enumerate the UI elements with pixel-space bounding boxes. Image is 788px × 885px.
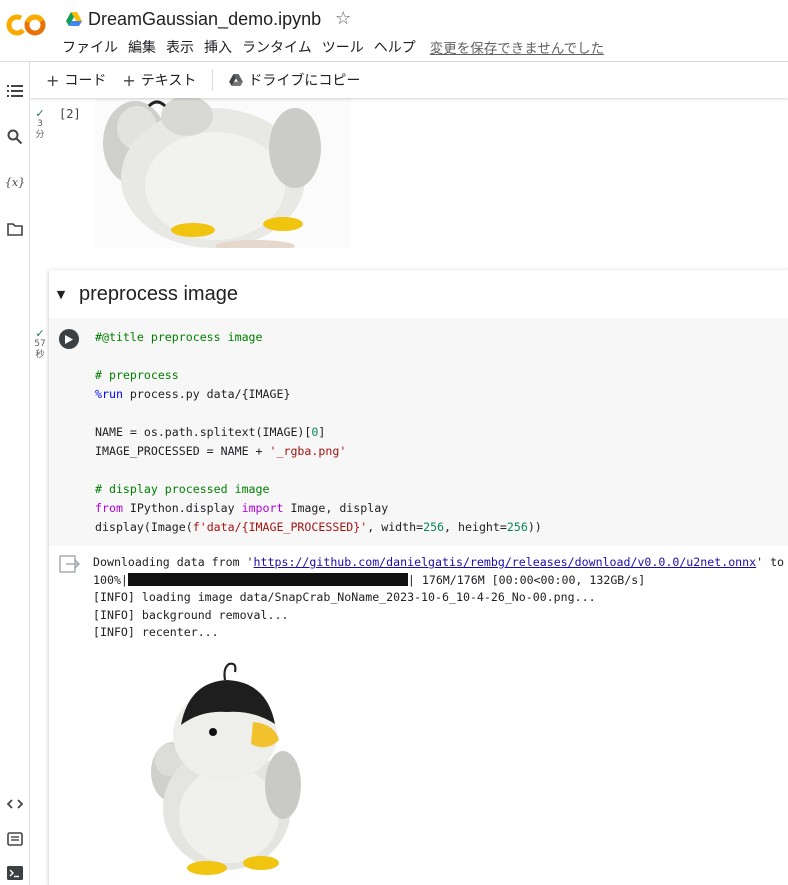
exec-time-unit: 秒	[35, 350, 45, 360]
toc-icon[interactable]	[0, 79, 30, 103]
section-preprocess-image: ▼ preprocess image ✓ 57 秒 #@title prepro…	[34, 270, 788, 885]
drive-icon	[229, 74, 244, 86]
menu-file[interactable]: ファイル	[62, 37, 118, 57]
title-row: DreamGaussian_demo.ipynb ☆	[66, 6, 351, 32]
code-text: NAME = os.path.splitext(IMAGE)[	[95, 425, 312, 439]
header: DreamGaussian_demo.ipynb ☆ ファイル 編集 表示 挿入…	[0, 0, 788, 62]
log-line: [INFO] recenter...	[93, 625, 219, 639]
code-text: ))	[527, 520, 542, 534]
code-title-comment: #@title preprocess image	[95, 330, 263, 344]
menu-bar: ファイル 編集 表示 挿入 ランタイム ツール ヘルプ 変更を保存できませんでし…	[62, 37, 604, 57]
section-title: preprocess image	[79, 282, 238, 305]
add-code-button[interactable]: + コード	[38, 70, 114, 90]
play-icon	[65, 334, 73, 344]
success-check-icon: ✓	[35, 107, 45, 120]
exec-time-value: 57	[34, 339, 46, 349]
section-header[interactable]: ▼ preprocess image	[49, 270, 788, 318]
download-progress-bar	[127, 572, 408, 586]
svg-text:{x}: {x}	[5, 176, 25, 189]
left-sidebar: {x}	[0, 62, 30, 885]
notebook-area: ✓ 3 分 [2] ▼ preprocess image ✓ 57 秒 #@ti…	[31, 98, 788, 885]
files-icon[interactable]	[0, 217, 30, 241]
prev-cell-exec-info: ✓ 3 分	[31, 108, 49, 141]
google-drive-icon[interactable]	[66, 12, 82, 26]
command-palette-icon[interactable]	[0, 827, 30, 851]
menu-view[interactable]: 表示	[166, 37, 194, 57]
code-text: , height=	[444, 520, 507, 534]
collapse-section-icon[interactable]: ▼	[51, 288, 71, 301]
output-line: ' to	[756, 555, 785, 569]
exec-count: [2]	[59, 107, 81, 121]
model-download-link[interactable]: https://github.com/danielgatis/rembg/rel…	[254, 555, 757, 569]
copy-to-drive-label: ドライブにコピー	[248, 73, 361, 89]
variables-icon[interactable]: {x}	[0, 170, 30, 194]
progress-stats: | 176M/176M [00:00<00:00, 132GB/s]	[407, 572, 646, 587]
code-number: 256	[506, 520, 528, 534]
menu-runtime[interactable]: ランタイム	[242, 37, 312, 57]
search-icon[interactable]	[0, 125, 30, 149]
exec-time-value: 3	[37, 119, 43, 129]
code-string: f'data/{IMAGE_PROCESSED}'	[192, 520, 368, 534]
code-text[interactable]: #@title preprocess image # preprocess %r…	[95, 328, 542, 537]
menu-help[interactable]: ヘルプ	[374, 37, 416, 57]
toolbar-divider	[212, 69, 214, 91]
code-text: IMAGE_PROCESSED = NAME +	[95, 444, 270, 458]
colab-logo-icon[interactable]	[6, 10, 46, 40]
code-text: display(Image(	[95, 520, 193, 534]
star-icon[interactable]: ☆	[335, 10, 351, 28]
add-text-button[interactable]: + テキスト	[114, 70, 204, 90]
code-string: '_rgba.png'	[269, 444, 347, 458]
cell-exec-info: ✓ 57 秒	[31, 328, 49, 361]
exec-time-unit: 分	[35, 130, 45, 140]
progress-label: 100%|	[93, 572, 128, 587]
menu-edit[interactable]: 編集	[128, 37, 156, 57]
code-text: process.py data/{IMAGE}	[122, 387, 291, 401]
menu-tools[interactable]: ツール	[322, 37, 364, 57]
add-text-label: テキスト	[140, 73, 197, 89]
log-line: [INFO] loading image data/SnapCrab_NoNam…	[93, 590, 596, 604]
log-line: [INFO] background removal...	[93, 607, 289, 622]
code-number: 256	[423, 520, 445, 534]
notebook-title[interactable]: DreamGaussian_demo.ipynb	[88, 9, 321, 30]
run-cell-button[interactable]	[59, 329, 79, 349]
penguin-plush-photo	[95, 98, 351, 248]
menu-insert[interactable]: 挿入	[204, 37, 232, 57]
code-keyword: from	[95, 501, 123, 515]
add-code-label: コード	[64, 73, 107, 89]
code-snippets-icon[interactable]	[0, 792, 30, 816]
code-keyword: import	[241, 501, 284, 515]
code-cell-editor[interactable]: #@title preprocess image # preprocess %r…	[49, 318, 788, 546]
code-text: , width=	[367, 520, 424, 534]
save-warning-link[interactable]: 変更を保存できませんでした	[430, 37, 604, 57]
terminal-icon[interactable]	[0, 861, 30, 885]
code-text: ]	[318, 425, 326, 439]
code-magic: %run	[95, 387, 123, 401]
code-text: IPython.display	[122, 501, 242, 515]
output-actions-icon[interactable]	[59, 554, 81, 574]
toolbar: + コード + テキスト ドライブにコピー	[30, 62, 788, 98]
success-check-icon: ✓	[35, 327, 45, 340]
copy-to-drive-button[interactable]: ドライブにコピー	[221, 70, 368, 90]
code-comment: # display processed image	[95, 482, 270, 496]
code-comment: # preprocess	[95, 368, 179, 382]
output-line: Downloading data from '	[93, 555, 254, 569]
plus-icon: +	[46, 70, 60, 90]
plus-icon: +	[122, 70, 136, 90]
processed-penguin-image	[151, 662, 301, 875]
output-text: Downloading data from 'https://github.co…	[93, 554, 784, 642]
code-text: Image, display	[283, 501, 389, 515]
